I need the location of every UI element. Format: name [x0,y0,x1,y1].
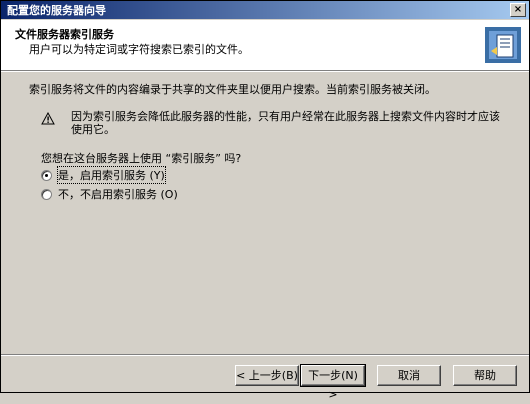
page-subtitle: 用户可以为特定词或字符搜索已索引的文件。 [29,43,249,56]
info-text: 索引服务将文件的内容编录于共享的文件夹里以便用户搜索。当前索引服务被关闭。 [29,83,436,96]
window-title: 配置您的服务器向导 [7,4,106,17]
warning-icon [41,112,55,125]
back-button[interactable]: < 上一步(B) [235,365,299,386]
wizard-header: 文件服务器索引服务 用户可以为特定词或字符搜索已索引的文件。 [1,20,529,71]
header-divider [1,71,529,72]
page-title: 文件服务器索引服务 [15,28,114,41]
title-bar: 配置您的服务器向导 × [1,1,529,19]
radio-enable-indexing[interactable]: 是，启用索引服务 (Y) [41,166,166,184]
radio-disable-indexing[interactable]: 不，不启用索引服务 (O) [41,186,178,202]
wizard-window: 配置您的服务器向导 × 文件服务器索引服务 用户可以为特定词或字符搜索已索引的文… [0,0,530,401]
radio-label-enable[interactable]: 是，启用索引服务 (Y) [57,166,166,184]
warning-text: 因为索引服务会降低此服务器的性能，只有用户经常在此服务器上搜索文件内容时才应该使… [71,110,500,136]
footer-divider [1,354,529,356]
radio-label-disable[interactable]: 不，不启用索引服务 (O) [58,186,178,202]
radio-button[interactable] [41,188,52,200]
cancel-button[interactable]: 取消 [377,365,441,386]
help-button[interactable]: 帮助 [453,365,517,386]
next-button[interactable]: 下一步(N) > [300,364,366,401]
question-text: 您想在这台服务器上使用 “索引服务” 吗? [41,152,242,165]
close-button[interactable]: × [510,3,526,17]
radio-button[interactable] [41,169,52,181]
server-wizard-icon [485,27,521,63]
